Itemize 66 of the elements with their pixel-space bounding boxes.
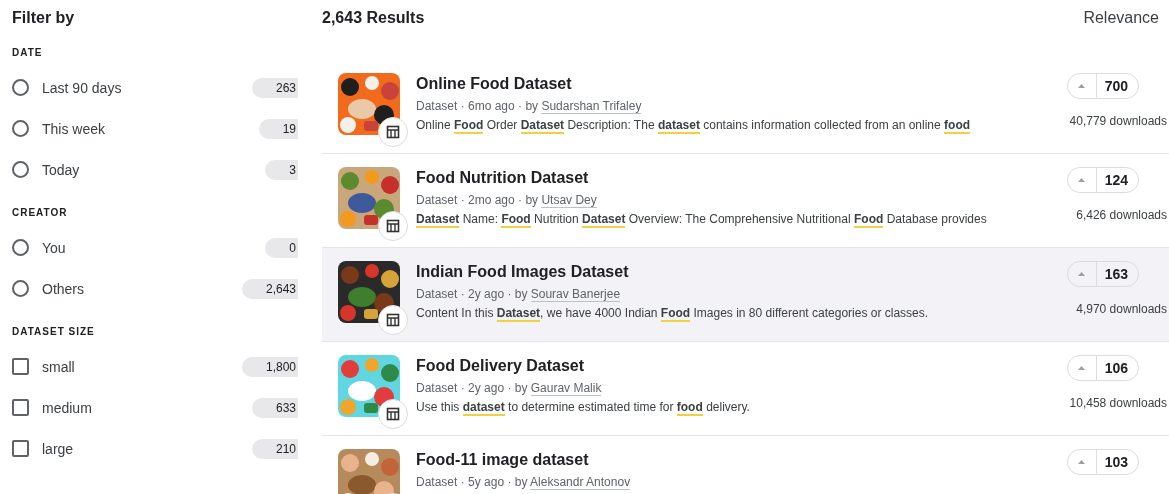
dataset-title[interactable]: Food Delivery Dataset (416, 357, 1059, 379)
dataset-title[interactable]: Food Nutrition Dataset (416, 169, 1059, 191)
dataset-meta: Dataset · 2y ago · by (416, 287, 528, 301)
count-badge: 263 (251, 77, 298, 98)
filter-title: Filter by (12, 9, 76, 28)
radio-button[interactable] (12, 161, 29, 178)
result-row[interactable]: Online Food Dataset Dataset · 6mo ago · by Sudarshan Trifaley Online Food Order Dataset Description: The dataset contains information collected from an online food 700 40,779 downloads (322, 60, 1169, 154)
result-row[interactable]: Food-11 image dataset Dataset · 5y ago · by Aleksandr Antonov 103 (322, 436, 1169, 494)
result-row[interactable]: Food Delivery Dataset Dataset · 2y ago · by Gaurav Malik Use this dataset to determine estimated time for food delivery. 106 10,458 downloads (322, 342, 1169, 436)
checkbox[interactable] (12, 399, 29, 416)
option-label: Others (42, 280, 85, 297)
upvote-icon (1078, 84, 1086, 88)
count-badge: 633 (251, 397, 298, 418)
download-count: 6,426 downloads (1076, 208, 1167, 222)
dataset-description: Dataset Name: Food Nutrition Dataset Overview: The Comprehensive Nutritional Food Database provides (416, 212, 988, 226)
count-badge: 19 (258, 118, 298, 139)
dataset-description: Use this dataset to determine estimated time for food delivery. (416, 400, 751, 414)
option-label: This week (42, 120, 107, 137)
dataset-title[interactable]: Food-11 image dataset (416, 451, 1059, 473)
author-link[interactable]: Gaurav Malik (530, 381, 602, 396)
upvote-icon (1078, 178, 1086, 182)
group-heading: DATASET SIZE (12, 326, 96, 337)
option-label: large (42, 440, 75, 457)
author-link[interactable]: Sourav Banerjee (530, 287, 621, 302)
dataset-meta: Dataset · 2mo ago · by (416, 193, 539, 207)
result-row[interactable]: Indian Food Images Dataset Dataset · 2y ago · by Sourav Banerjee Content In this Dataset, we have 4000 Indian Food Images in 80 different categories or classes. 163 4,970 downloads (322, 248, 1169, 342)
download-count: 10,458 downloads (1069, 396, 1167, 410)
option-label: Today (42, 161, 81, 178)
download-count: 4,970 downloads (1076, 302, 1167, 316)
count-badge: 0 (265, 237, 298, 258)
dataset-meta: Dataset · 2y ago · by (416, 381, 528, 395)
group-heading: CREATOR (12, 207, 69, 218)
author-link[interactable]: Aleksandr Antonov (530, 475, 631, 490)
dataset-title[interactable]: Indian Food Images Dataset (416, 263, 1059, 285)
radio-button[interactable] (12, 239, 29, 256)
table-icon (378, 211, 408, 241)
count-badge: 2,643 (241, 278, 298, 299)
upvote-icon (1078, 272, 1086, 276)
count-badge: 1,800 (241, 356, 298, 377)
checkbox[interactable] (12, 358, 29, 375)
dataset-description: Online Food Order Dataset Description: The dataset contains information collected from an online food (416, 118, 972, 132)
author-link[interactable]: Sudarshan Trifaley (541, 99, 642, 114)
results-count: 2,643 Results (322, 9, 425, 27)
table-icon (378, 305, 408, 335)
option-label: small (42, 358, 76, 375)
group-heading: DATE (12, 47, 44, 58)
radio-button[interactable] (12, 120, 29, 137)
dataset-meta: Dataset · 6mo ago · by (416, 99, 539, 113)
radio-button[interactable] (12, 280, 29, 297)
option-label: You (42, 239, 67, 256)
dataset-description: Content In this Dataset, we have 4000 Indian Food Images in 80 different categories or classes. (416, 306, 930, 320)
count-badge: 210 (251, 438, 298, 459)
author-link[interactable]: Utsav Dey (541, 193, 597, 208)
dataset-meta: Dataset · 5y ago · by (416, 475, 528, 489)
checkbox[interactable] (12, 440, 29, 457)
download-count: 40,779 downloads (1069, 114, 1167, 128)
upvote-icon (1078, 366, 1086, 370)
sort-dropdown[interactable]: Relevance (1083, 9, 1169, 27)
table-icon (378, 117, 408, 147)
dataset-title[interactable]: Online Food Dataset (416, 75, 1059, 97)
option-label: Last 90 days (42, 79, 123, 96)
radio-button[interactable] (12, 79, 29, 96)
table-icon (378, 399, 408, 429)
option-label: medium (42, 399, 93, 416)
upvote-icon (1078, 460, 1086, 464)
count-badge: 3 (265, 159, 298, 180)
